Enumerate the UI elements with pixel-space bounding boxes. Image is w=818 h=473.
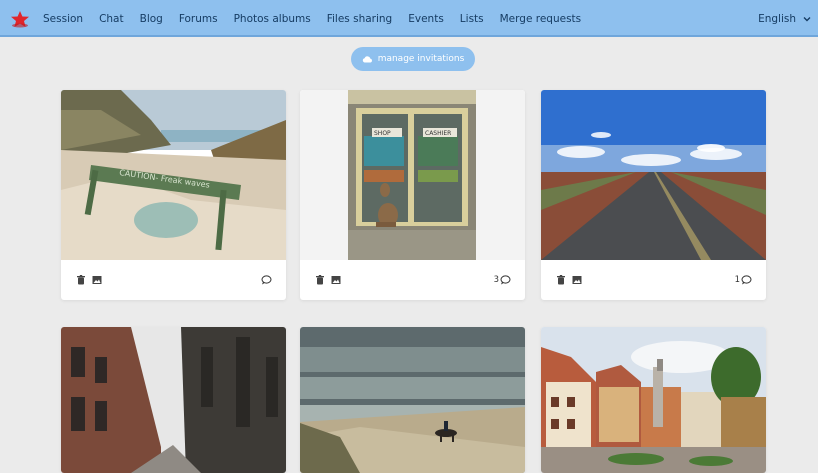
language-label: English <box>758 12 796 25</box>
manage-invitations-label: manage invitations <box>377 54 465 64</box>
nav-photos-albums[interactable]: Photos albums <box>234 13 311 25</box>
card-actions: 3 <box>300 260 525 300</box>
comment-bubble-icon <box>500 275 511 285</box>
image-icon[interactable] <box>331 275 341 285</box>
photo-card: CAUTION- Freak waves <box>61 90 286 300</box>
card-actions: 1 <box>541 260 766 300</box>
comment-bubble-icon <box>741 275 752 285</box>
comments-button[interactable]: 3 <box>494 273 511 287</box>
photo-thumbnail[interactable]: CAUTION- Freak waves <box>61 90 286 260</box>
red-star-logo-icon[interactable] <box>9 10 31 28</box>
nav-files-sharing[interactable]: Files sharing <box>327 13 393 25</box>
nav-session[interactable]: Session <box>43 13 83 25</box>
comments-button[interactable] <box>260 273 272 287</box>
comment-bubble-icon <box>261 275 272 285</box>
photo-card <box>541 327 766 473</box>
cloud-icon <box>362 56 372 63</box>
nav-chat[interactable]: Chat <box>99 13 124 25</box>
photo-card <box>61 327 286 473</box>
photo-thumbnail[interactable]: SHOP CASHIER <box>300 90 525 260</box>
nav-forums[interactable]: Forums <box>179 13 218 25</box>
photo-card <box>300 327 525 473</box>
photo-thumbnail[interactable] <box>61 327 286 473</box>
photo-thumbnail[interactable] <box>541 327 766 473</box>
nav-lists[interactable]: Lists <box>460 13 484 25</box>
shop-sign-text: SHOP <box>374 130 391 137</box>
image-icon[interactable] <box>572 275 582 285</box>
image-icon[interactable] <box>92 275 102 285</box>
trash-icon[interactable] <box>556 275 566 285</box>
comments-count: 1 <box>734 275 740 285</box>
comments-count: 3 <box>493 275 499 285</box>
main-nav: Session Chat Blog Forums Photos albums F… <box>43 0 581 37</box>
nav-blog[interactable]: Blog <box>140 13 163 25</box>
photo-card: SHOP CASHIER 3 <box>300 90 525 300</box>
photo-thumbnail[interactable] <box>300 327 525 473</box>
photo-card: 1 <box>541 90 766 300</box>
cashier-sign-text: CASHIER <box>425 130 451 137</box>
photo-thumbnail[interactable] <box>541 90 766 260</box>
manage-invitations-button[interactable]: manage invitations <box>351 47 475 71</box>
nav-events[interactable]: Events <box>408 13 444 25</box>
language-selector[interactable]: English <box>758 0 812 37</box>
card-actions <box>61 260 286 300</box>
top-navbar: Session Chat Blog Forums Photos albums F… <box>0 0 818 37</box>
chevron-down-icon <box>803 16 811 21</box>
nav-merge-requests[interactable]: Merge requests <box>500 13 582 25</box>
trash-icon[interactable] <box>76 275 86 285</box>
trash-icon[interactable] <box>315 275 325 285</box>
comments-button[interactable]: 1 <box>735 273 752 287</box>
